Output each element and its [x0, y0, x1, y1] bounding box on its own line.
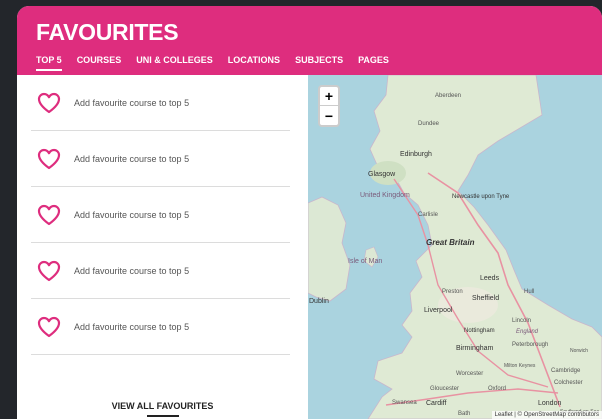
map-label-aberdeen: Aberdeen	[435, 93, 461, 99]
heart-outline-icon[interactable]	[37, 92, 61, 114]
map-label-leeds: Leeds	[480, 275, 500, 282]
top5-list: Add favourite course to top 5 Add favour…	[17, 75, 308, 419]
map-label-peterborough: Peterborough	[512, 342, 548, 348]
tab-top-5[interactable]: TOP 5	[36, 55, 62, 71]
list-item[interactable]: Add favourite course to top 5	[31, 75, 290, 131]
map-label-sheffield: Sheffield	[472, 295, 499, 302]
map-label-dublin: Dublin	[309, 298, 329, 305]
map[interactable]: Aberdeen Dundee Edinburgh Glasgow United…	[308, 75, 602, 419]
view-all-underline	[147, 415, 179, 417]
map-label-cardiff: Cardiff	[426, 400, 447, 407]
map-label-worcester: Worcester	[456, 371, 483, 377]
map-label-gloucester: Gloucester	[430, 386, 459, 392]
map-label-bath: Bath	[458, 411, 470, 417]
map-label-london: London	[538, 400, 561, 407]
map-label-dundee: Dundee	[418, 121, 440, 127]
map-label-hull: Hull	[524, 289, 534, 295]
tab-locations[interactable]: LOCATIONS	[228, 55, 280, 65]
map-attribution[interactable]: Leaflet | © OpenStreetMap contributors	[491, 411, 602, 419]
map-canvas[interactable]: Aberdeen Dundee Edinburgh Glasgow United…	[308, 75, 602, 419]
map-label-cambridge: Cambridge	[551, 368, 581, 374]
tab-pages[interactable]: PAGES	[358, 55, 389, 65]
map-label-glasgow: Glasgow	[368, 171, 396, 178]
map-label-norwich: Norwich	[570, 348, 588, 354]
zoom-control: + −	[318, 85, 340, 127]
panel-title: FAVOURITES	[36, 19, 179, 45]
heart-outline-icon[interactable]	[37, 316, 61, 338]
tab-bar: TOP 5 COURSES UNI & COLLEGES LOCATIONS S…	[36, 55, 404, 71]
list-item[interactable]: Add favourite course to top 5	[31, 243, 290, 299]
favourites-header: FAVOURITES TOP 5 COURSES UNI & COLLEGES …	[17, 6, 602, 75]
map-label-carlisle: Carlisle	[418, 212, 439, 218]
map-label-newcastle: Newcastle upon Tyne	[452, 194, 510, 200]
map-label-colchester: Colchester	[554, 380, 583, 386]
zoom-out-button[interactable]: −	[320, 106, 338, 125]
map-label-liverpool: Liverpool	[424, 307, 453, 314]
view-all-favourites-link[interactable]: VIEW ALL FAVOURITES	[17, 401, 308, 411]
list-item-label: Add favourite course to top 5	[74, 265, 190, 276]
list-item[interactable]: Add favourite course to top 5	[31, 299, 290, 355]
map-label-birmingham: Birmingham	[456, 345, 494, 352]
list-item[interactable]: Add favourite course to top 5	[31, 131, 290, 187]
tab-courses[interactable]: COURSES	[77, 55, 122, 65]
map-label-united-kingdom: United Kingdom	[360, 192, 410, 199]
list-item[interactable]: Add favourite course to top 5	[31, 187, 290, 243]
map-label-england: England	[516, 329, 539, 335]
map-label-nottingham: Nottingham	[464, 328, 495, 334]
favourites-panel: FAVOURITES TOP 5 COURSES UNI & COLLEGES …	[17, 6, 602, 419]
map-label-edinburgh: Edinburgh	[400, 151, 432, 158]
map-label-oxford: Oxford	[488, 386, 506, 392]
zoom-in-button[interactable]: +	[320, 87, 338, 106]
list-item-label: Add favourite course to top 5	[74, 321, 190, 332]
map-label-swansea: Swansea	[392, 400, 417, 406]
heart-outline-icon[interactable]	[37, 148, 61, 170]
map-label-great-britain: Great Britain	[426, 238, 475, 247]
tab-subjects[interactable]: SUBJECTS	[295, 55, 343, 65]
heart-outline-icon[interactable]	[37, 260, 61, 282]
list-item-label: Add favourite course to top 5	[74, 153, 190, 164]
list-item-label: Add favourite course to top 5	[74, 209, 190, 220]
list-item-label: Add favourite course to top 5	[74, 97, 190, 108]
tab-uni-colleges[interactable]: UNI & COLLEGES	[136, 55, 213, 65]
map-label-preston: Preston	[442, 289, 463, 295]
map-label-isle-of-man: Isle of Man	[348, 258, 382, 265]
heart-outline-icon[interactable]	[37, 204, 61, 226]
map-label-milton-keynes: Milton Keynes	[504, 363, 536, 369]
map-label-lincoln: Lincoln	[512, 318, 531, 324]
